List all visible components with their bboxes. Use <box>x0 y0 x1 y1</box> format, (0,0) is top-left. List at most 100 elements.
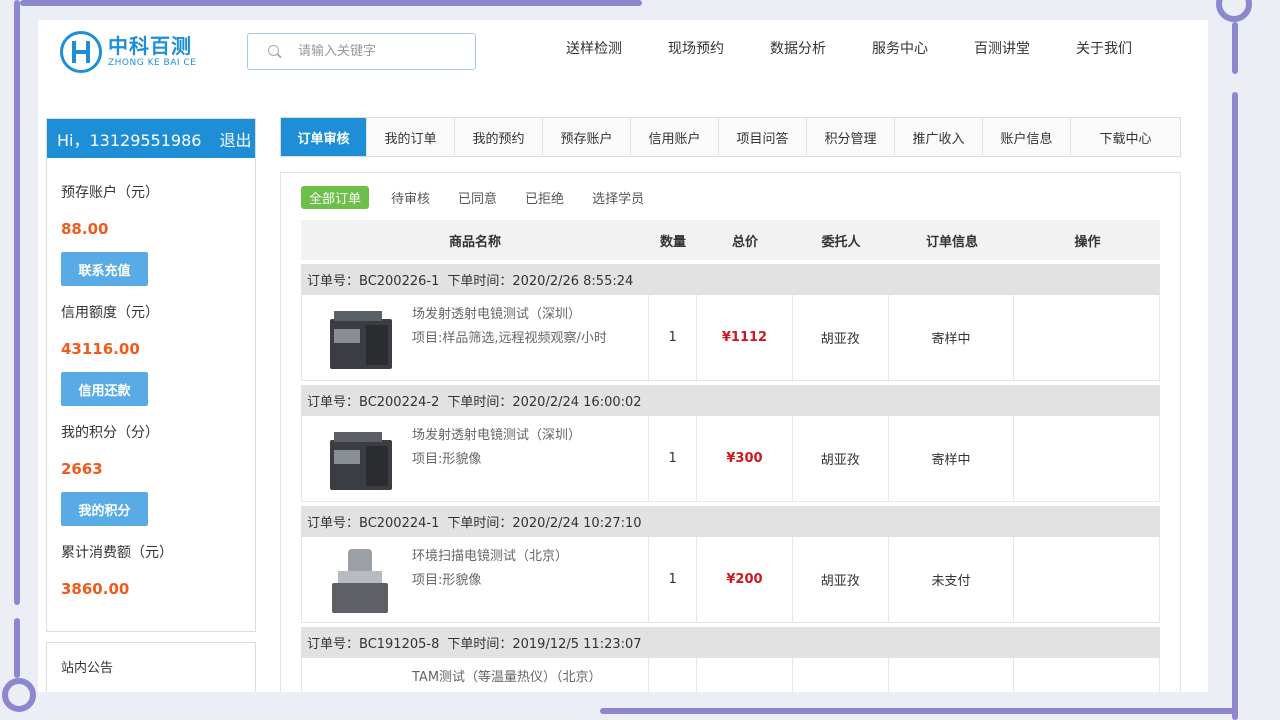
search-box[interactable] <box>247 33 476 70</box>
product-name[interactable]: 场发射透射电镜测试（深圳） <box>412 424 581 448</box>
product-project: 项目:样品筛选,远程视频观察/小时 <box>412 331 607 346</box>
actions-cell <box>1014 537 1159 622</box>
order-row: TAM测试（等温量热仪）（北京） <box>301 658 1160 692</box>
tab-order-review[interactable]: 订单审核 <box>281 118 367 156</box>
logo-mark-icon <box>60 31 102 73</box>
product-cell: 场发射透射电镜测试（深圳） 项目:样品筛选,远程视频观察/小时 <box>302 295 650 380</box>
col-quantity: 数量 <box>659 234 686 250</box>
notice-title: 站内公告 <box>61 661 114 676</box>
nav-service-center[interactable]: 服务中心 <box>849 38 951 58</box>
filter-approved[interactable]: 已同意 <box>458 188 497 207</box>
product-cell: 环境扫描电镜测试（北京） 项目:形貌像 <box>302 537 650 622</box>
status-cell: 寄样中 <box>889 295 1015 380</box>
order-number: 订单号：BC200224-1 <box>307 516 440 531</box>
tam-instrument-image[interactable] <box>326 666 396 692</box>
filter-pending[interactable]: 待审核 <box>391 188 430 207</box>
client-cell: 胡亚孜 <box>793 416 889 501</box>
quantity-cell: 1 <box>649 295 698 380</box>
order-header: 订单号：BC200226-1 下单时间：2020/2/26 8:55:24 <box>301 264 1160 295</box>
col-total-price: 总价 <box>731 234 758 250</box>
order-time: 下单时间：2020/2/26 8:55:24 <box>447 274 634 289</box>
actions-cell <box>1014 295 1159 380</box>
client-cell: 胡亚孜 <box>793 537 889 622</box>
credit-label: 信用额度（元） <box>61 305 159 321</box>
account-sidebar: Hi，13129551986 退出 预存账户（元） 88.00 联系充值 信用额… <box>46 118 256 632</box>
order-header: 订单号：BC200224-2 下单时间：2020/2/24 16:00:02 <box>301 385 1160 416</box>
frame-circle-bottom-left <box>2 678 36 712</box>
price-cell: ¥1112 <box>697 295 793 380</box>
col-order-info: 订单信息 <box>925 234 978 250</box>
logout-link[interactable]: 退出 <box>219 127 251 151</box>
tab-project-qa[interactable]: 项目问答 <box>719 118 807 156</box>
total-spend-label: 累计消费额（元） <box>61 545 173 561</box>
product-cell: 场发射透射电镜测试（深圳） 项目:形貌像 <box>302 416 650 501</box>
order-row: 场发射透射电镜测试（深圳） 项目:形貌像 1 ¥300 胡亚孜 寄样中 <box>301 416 1160 502</box>
nav-onsite-booking[interactable]: 现场预约 <box>645 38 747 58</box>
frame-right-line <box>1232 22 1238 74</box>
tab-my-bookings[interactable]: 我的预约 <box>455 118 543 156</box>
my-points-button[interactable]: 我的积分 <box>61 492 148 526</box>
order-number: 订单号：BC200226-1 <box>307 274 440 289</box>
frame-top-line <box>20 0 642 6</box>
nav-data-analysis[interactable]: 数据分析 <box>747 38 849 58</box>
page: 中科百测 ZHONG KE BAI CE 送样检测 现场预约 数据分析 服务中心… <box>38 20 1208 692</box>
frame-right-line-lower <box>1232 92 1238 720</box>
product-name[interactable]: 环境扫描电镜测试（北京） <box>412 545 568 569</box>
nav-send-sample[interactable]: 送样检测 <box>543 38 645 58</box>
tem-instrument-image[interactable] <box>326 424 396 494</box>
order-table-header: 商品名称 数量 总价 委托人 订单信息 操作 <box>301 220 1160 260</box>
order-number: 订单号：BC191205-8 <box>307 637 440 652</box>
product-cell: TAM测试（等温量热仪）（北京） <box>302 658 650 692</box>
greeting-bar: Hi，13129551986 退出 <box>47 119 255 158</box>
repay-button[interactable]: 信用还款 <box>61 372 148 406</box>
prepaid-label: 预存账户（元） <box>61 185 159 201</box>
tab-points-management[interactable]: 积分管理 <box>807 118 895 156</box>
tab-credit-account[interactable]: 信用账户 <box>631 118 719 156</box>
tab-download-center[interactable]: 下载中心 <box>1071 118 1180 156</box>
order-time: 下单时间：2019/12/5 11:23:07 <box>447 637 642 652</box>
order-filters: 全部订单 待审核 已同意 已拒绝 选择学员 <box>301 186 672 209</box>
product-name[interactable]: TAM测试（等温量热仪）（北京） <box>412 666 602 690</box>
order-header: 订单号：BC200224-1 下单时间：2020/2/24 10:27:10 <box>301 506 1160 537</box>
order-time: 下单时间：2020/2/24 16:00:02 <box>447 395 642 410</box>
filter-select-student[interactable]: 选择学员 <box>592 188 644 207</box>
nav-about-us[interactable]: 关于我们 <box>1053 38 1155 58</box>
product-name[interactable]: 场发射透射电镜测试（深圳） <box>412 303 607 327</box>
logo-cn-text: 中科百测 <box>108 34 192 58</box>
total-spend-value: 3860.00 <box>61 580 130 598</box>
filter-rejected[interactable]: 已拒绝 <box>525 188 564 207</box>
col-client: 委托人 <box>821 234 861 250</box>
order-panel: 全部订单 待审核 已同意 已拒绝 选择学员 商品名称 数量 总价 委托人 订单信… <box>280 172 1181 692</box>
product-project: 项目:形貌像 <box>412 573 482 588</box>
logo-en-text: ZHONG KE BAI CE <box>108 58 197 68</box>
actions-cell <box>1014 658 1159 692</box>
filter-all-orders[interactable]: 全部订单 <box>301 186 370 209</box>
frame-left-line-lower <box>14 618 20 678</box>
tem-instrument-image[interactable] <box>326 303 396 373</box>
frame-left-line <box>14 0 20 605</box>
search-input[interactable] <box>298 44 468 59</box>
tab-prepaid-account[interactable]: 预存账户 <box>543 118 631 156</box>
top-nav: 送样检测 现场预约 数据分析 服务中心 百测讲堂 关于我们 <box>543 38 1155 58</box>
col-product-name: 商品名称 <box>448 234 501 250</box>
recharge-button[interactable]: 联系充值 <box>61 252 148 286</box>
product-project: 项目:形貌像 <box>412 452 482 467</box>
tab-account-info[interactable]: 账户信息 <box>983 118 1071 156</box>
search-icon <box>268 44 282 59</box>
frame-circle-top-right <box>1216 0 1252 22</box>
site-logo[interactable]: 中科百测 ZHONG KE BAI CE <box>60 30 220 74</box>
client-cell: 胡亚孜 <box>793 295 889 380</box>
sem-instrument-image[interactable] <box>326 545 396 615</box>
tab-my-orders[interactable]: 我的订单 <box>367 118 455 156</box>
prepaid-value: 88.00 <box>61 220 109 238</box>
price-cell: ¥200 <box>697 537 793 622</box>
status-cell: 寄样中 <box>889 416 1015 501</box>
order-row: 环境扫描电镜测试（北京） 项目:形貌像 1 ¥200 胡亚孜 未支付 <box>301 537 1160 623</box>
account-tabs: 订单审核 我的订单 我的预约 预存账户 信用账户 项目问答 积分管理 推广收入 … <box>280 117 1181 157</box>
order-time: 下单时间：2020/2/24 10:27:10 <box>447 516 642 531</box>
greeting-text: Hi，13129551986 <box>57 130 202 150</box>
nav-lecture[interactable]: 百测讲堂 <box>951 38 1053 58</box>
price-cell: ¥300 <box>697 416 793 501</box>
order-row: 场发射透射电镜测试（深圳） 项目:样品筛选,远程视频观察/小时 1 ¥1112 … <box>301 295 1160 381</box>
tab-promotion-income[interactable]: 推广收入 <box>895 118 983 156</box>
